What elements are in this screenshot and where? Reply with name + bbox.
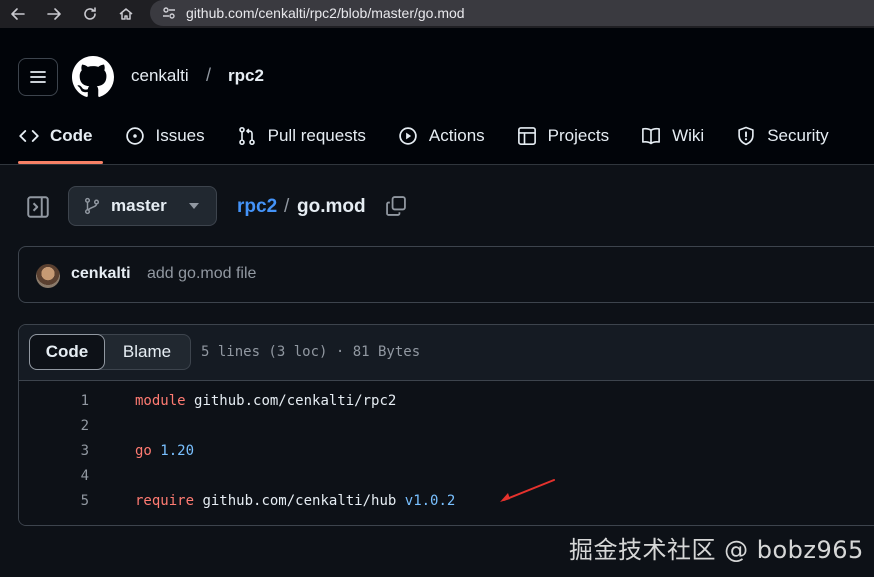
code-keyword: require [135, 493, 195, 509]
sidebar-toggle-icon[interactable] [26, 195, 50, 219]
tab-wiki[interactable]: Wiki [640, 116, 704, 156]
line-number[interactable]: 2 [49, 418, 89, 434]
tab-actions[interactable]: Actions [397, 116, 485, 156]
line-number[interactable]: 3 [49, 443, 89, 459]
view-mode-toggle: Code Blame [29, 334, 191, 370]
shield-icon [735, 125, 757, 147]
code-version: 1.20 [160, 443, 195, 459]
chevron-down-icon [188, 203, 199, 209]
code-version: v1.0.2 [404, 493, 456, 509]
code-module-path: github.com/cenkalti/hub [202, 493, 397, 509]
commit-author-link[interactable]: cenkalti [71, 265, 131, 283]
tab-security[interactable]: Security [735, 116, 829, 156]
breadcrumb-separator: / [284, 196, 290, 217]
line-number[interactable]: 1 [49, 393, 89, 409]
breadcrumb-repo-link[interactable]: rpc2 [237, 196, 277, 218]
tab-issues[interactable]: Issues [124, 116, 205, 156]
browser-toolbar: github.com/cenkalti/rpc2/blob/master/go.… [0, 0, 874, 28]
annotation-arrow-icon [500, 479, 555, 502]
code-line: 4 [19, 468, 874, 492]
forward-icon[interactable] [36, 0, 72, 28]
tab-label: Code [50, 126, 93, 145]
code-line: 2 [19, 418, 874, 442]
repo-name-link[interactable]: rpc2 [228, 66, 264, 86]
watermark-text: 掘金技术社区 @ bobz965 [569, 536, 864, 564]
file-viewer-header: Code Blame 5 lines (3 loc) · 81 Bytes [19, 325, 874, 381]
tab-label: Actions [428, 126, 485, 145]
copy-path-icon[interactable] [385, 195, 407, 217]
file-meta-info: 5 lines (3 loc) · 81 Bytes [201, 344, 421, 360]
repo-owner-link[interactable]: cenkalti [131, 66, 189, 86]
branch-selector-button[interactable]: master [68, 186, 217, 226]
code-keyword: module [135, 393, 186, 409]
table-icon [516, 125, 538, 147]
hamburger-menu-button[interactable] [18, 58, 58, 96]
line-number[interactable]: 5 [49, 493, 89, 509]
code-module-path: github.com/cenkalti/rpc2 [194, 393, 397, 409]
address-bar[interactable]: github.com/cenkalti/rpc2/blob/master/go.… [150, 0, 874, 26]
code-content: 1 module github.com/cenkalti/rpc2 2 3 go… [19, 381, 874, 525]
pull-request-icon [236, 125, 258, 147]
issue-icon [124, 125, 146, 147]
file-viewer: Code Blame 5 lines (3 loc) · 81 Bytes 1 … [18, 324, 874, 526]
breadcrumb-filename: go.mod [297, 196, 366, 217]
home-icon[interactable] [108, 0, 144, 28]
book-icon [640, 125, 662, 147]
back-icon[interactable] [0, 0, 36, 28]
tab-code[interactable]: Code [18, 116, 102, 164]
code-line: 1 module github.com/cenkalti/rpc2 [19, 393, 874, 417]
repo-header: cenkalti / rpc2 Code Issues Pull request… [0, 28, 874, 165]
code-line: 5 require github.com/cenkalti/hub v1.0.2 [19, 493, 874, 517]
git-branch-icon [84, 197, 100, 215]
latest-commit-box: cenkalti add go.mod file [18, 246, 874, 303]
url-text: github.com/cenkalti/rpc2/blob/master/go.… [186, 5, 465, 21]
code-icon [18, 125, 40, 147]
avatar[interactable] [36, 264, 60, 288]
code-line: 3 go 1.20 [19, 443, 874, 467]
site-settings-icon[interactable] [160, 4, 178, 22]
reload-icon[interactable] [72, 0, 108, 28]
code-view-button[interactable]: Code [29, 334, 105, 370]
owner-repo-separator: / [206, 65, 212, 85]
code-keyword: go [135, 443, 152, 459]
blame-view-button[interactable]: Blame [104, 335, 190, 369]
tab-label: Wiki [672, 126, 705, 145]
repo-tabs: Code Issues Pull requests Actions Projec… [18, 116, 860, 164]
github-logo-icon[interactable] [72, 56, 114, 98]
tab-label: Security [767, 126, 829, 145]
tab-projects[interactable]: Projects [516, 116, 609, 156]
branch-name: master [111, 196, 167, 215]
tab-label: Issues [155, 126, 205, 145]
hamburger-icon [30, 71, 46, 83]
tab-label: Projects [547, 126, 610, 145]
line-number[interactable]: 4 [49, 468, 89, 484]
commit-message-link[interactable]: add go.mod file [147, 265, 256, 283]
tab-label: Pull requests [267, 126, 366, 145]
play-icon [397, 125, 419, 147]
tab-pull-requests[interactable]: Pull requests [236, 116, 366, 156]
